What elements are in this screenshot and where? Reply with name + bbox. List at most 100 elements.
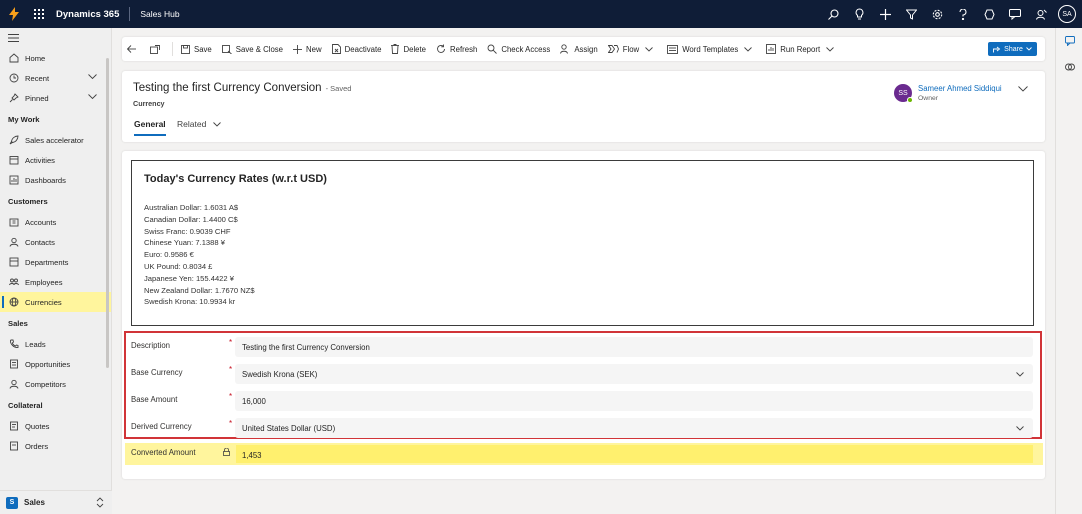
copilot-icon[interactable] [976,0,1002,28]
record-title-text: Testing the first Currency Conversion [133,82,322,94]
sidebar-item-label: Orders [25,441,49,451]
hamburger-menu-icon[interactable] [0,28,111,48]
top-icons: SA [820,0,1082,28]
chevron-down-icon [1016,370,1024,379]
area-switcher[interactable]: S Sales [0,490,112,514]
description-label: Description [131,341,170,350]
base-currency-select[interactable]: Swedish Krona (SEK) [235,364,1033,384]
refresh-label: Refresh [450,44,478,54]
sidebar-item-quotes[interactable]: Quotes [0,416,111,436]
sidebar-item-competitors[interactable]: Competitors [0,374,111,394]
sidebar-item-sales-accelerator[interactable]: Sales accelerator [0,130,111,150]
sidebar-scrollbar[interactable] [106,58,109,368]
derived-currency-select[interactable]: United States Dollar (USD) [235,418,1033,438]
chat-bubble-icon[interactable] [1056,28,1082,54]
rate-line: Euro: 0.9586 € [144,250,194,260]
save-button[interactable]: Save [176,37,217,61]
save-and-close-button[interactable]: Save & Close [217,37,288,61]
record-header: Testing the first Currency Conversion - S… [122,71,1045,142]
required-marker: * [229,338,233,347]
search-icon[interactable] [820,0,846,28]
sidebar-item-departments[interactable]: Departments [0,252,111,272]
user-avatar[interactable]: SA [1058,5,1076,23]
sidebar-item-employees[interactable]: Employees [0,272,111,292]
deactivate-label: Deactivate [344,44,382,54]
rate-line: Swedish Krona: 10.9934 kr [144,297,236,307]
open-new-window-button[interactable] [145,37,169,61]
sidebar-item-label: Currencies [25,297,62,307]
sidebar-section-title: My Work [8,114,40,124]
help-icon[interactable] [950,0,976,28]
word-templates-button[interactable]: Word Templates [662,37,761,61]
dynamics-logo-icon[interactable] [0,0,28,28]
save-label: Save [194,44,212,54]
flow-label: Flow [622,44,640,54]
back-button[interactable] [122,37,145,61]
owner-name[interactable]: Sameer Ahmed Siddiqui [918,84,1002,93]
refresh-button[interactable]: Refresh [431,37,482,61]
chevron-down-icon[interactable] [88,73,97,82]
check-access-button[interactable]: Check Access [482,37,555,61]
globe-icon [8,296,20,308]
tab-related[interactable]: Related [177,119,221,129]
owner-role: Owner [918,95,939,102]
plus-icon[interactable] [872,0,898,28]
area-badge: S [6,496,18,509]
chevron-down-icon[interactable] [1018,85,1028,94]
base-amount-field[interactable]: 16,000 [235,391,1033,411]
rate-line: Canadian Dollar: 1.4400 C$ [144,214,238,224]
sidebar-item-activities[interactable]: Activities [0,150,111,170]
filter-icon[interactable] [898,0,924,28]
description-field[interactable]: Testing the first Currency Conversion [235,337,1033,357]
tab-general[interactable]: General [134,119,166,136]
assign-button[interactable]: Assign [555,37,602,61]
sidebar-section-title: Collateral [8,400,43,410]
sidebar-item-dashboards[interactable]: Dashboards [0,170,111,190]
delete-button[interactable]: Delete [386,37,431,61]
sidebar-item-currencies[interactable]: Currencies [0,292,111,312]
rate-line: UK Pound: 0.8034 £ [144,261,213,271]
sidebar-item-label: Departments [25,257,69,267]
sidebar-item-label: Competitors [25,379,66,389]
gear-icon[interactable] [924,0,950,28]
sidebar-item-label: Leads [25,339,46,349]
copilot-icon[interactable] [1056,54,1082,80]
chevron-down-icon[interactable] [88,93,97,102]
owner-field[interactable]: SS Sameer Ahmed Siddiqui Owner [894,84,1002,103]
sidebar-item-contacts[interactable]: Contacts [0,232,111,252]
app-launcher-icon[interactable] [28,0,50,28]
new-button[interactable]: New [288,37,327,61]
sidebar-item-pinned[interactable]: Pinned [0,88,111,108]
sidebar-item-home[interactable]: Home [0,48,111,68]
chat-icon[interactable] [1002,0,1028,28]
word-templates-label: Word Templates [682,44,739,54]
app-name[interactable]: Sales Hub [140,9,179,19]
sidebar-item-leads[interactable]: Leads [0,334,111,354]
left-navigation: Home Recent Pinned My Work Sales acceler… [0,28,112,514]
sidebar-item-accounts[interactable]: Accounts [0,212,111,232]
contact-icon [8,236,20,248]
rate-line: Chinese Yuan: 7.1388 ¥ [144,238,225,248]
lightbulb-icon[interactable] [846,0,872,28]
rate-line: Japanese Yen: 155.4422 ¥ [144,273,234,283]
rates-title: Today's Currency Rates (w.r.t USD) [144,173,327,185]
brand-name[interactable]: Dynamics 365 [56,9,119,20]
deactivate-button[interactable]: Deactivate [327,37,387,61]
sidebar-item-orders[interactable]: Orders [0,436,111,456]
sidebar-item-label: Recent [25,73,50,83]
area-label: Sales [24,498,45,507]
run-report-button[interactable]: Run Report [761,37,843,61]
sidebar-item-opportunities[interactable]: Opportunities [0,354,111,374]
order-icon [8,440,20,452]
derived-currency-value: United States Dollar (USD) [242,424,336,433]
base-amount-label: Base Amount [131,395,178,404]
share-button[interactable]: Share [988,42,1037,56]
derived-currency-label: Derived Currency [131,422,192,431]
rocket-icon [8,134,20,146]
base-currency-row: Base Currency * Swedish Krona (SEK) [128,364,1036,384]
flow-button[interactable]: Flow [603,37,662,61]
dashboard-icon [8,174,20,186]
home-icon [8,52,20,64]
sidebar-item-recent[interactable]: Recent [0,68,111,88]
assist-icon[interactable] [1028,0,1054,28]
